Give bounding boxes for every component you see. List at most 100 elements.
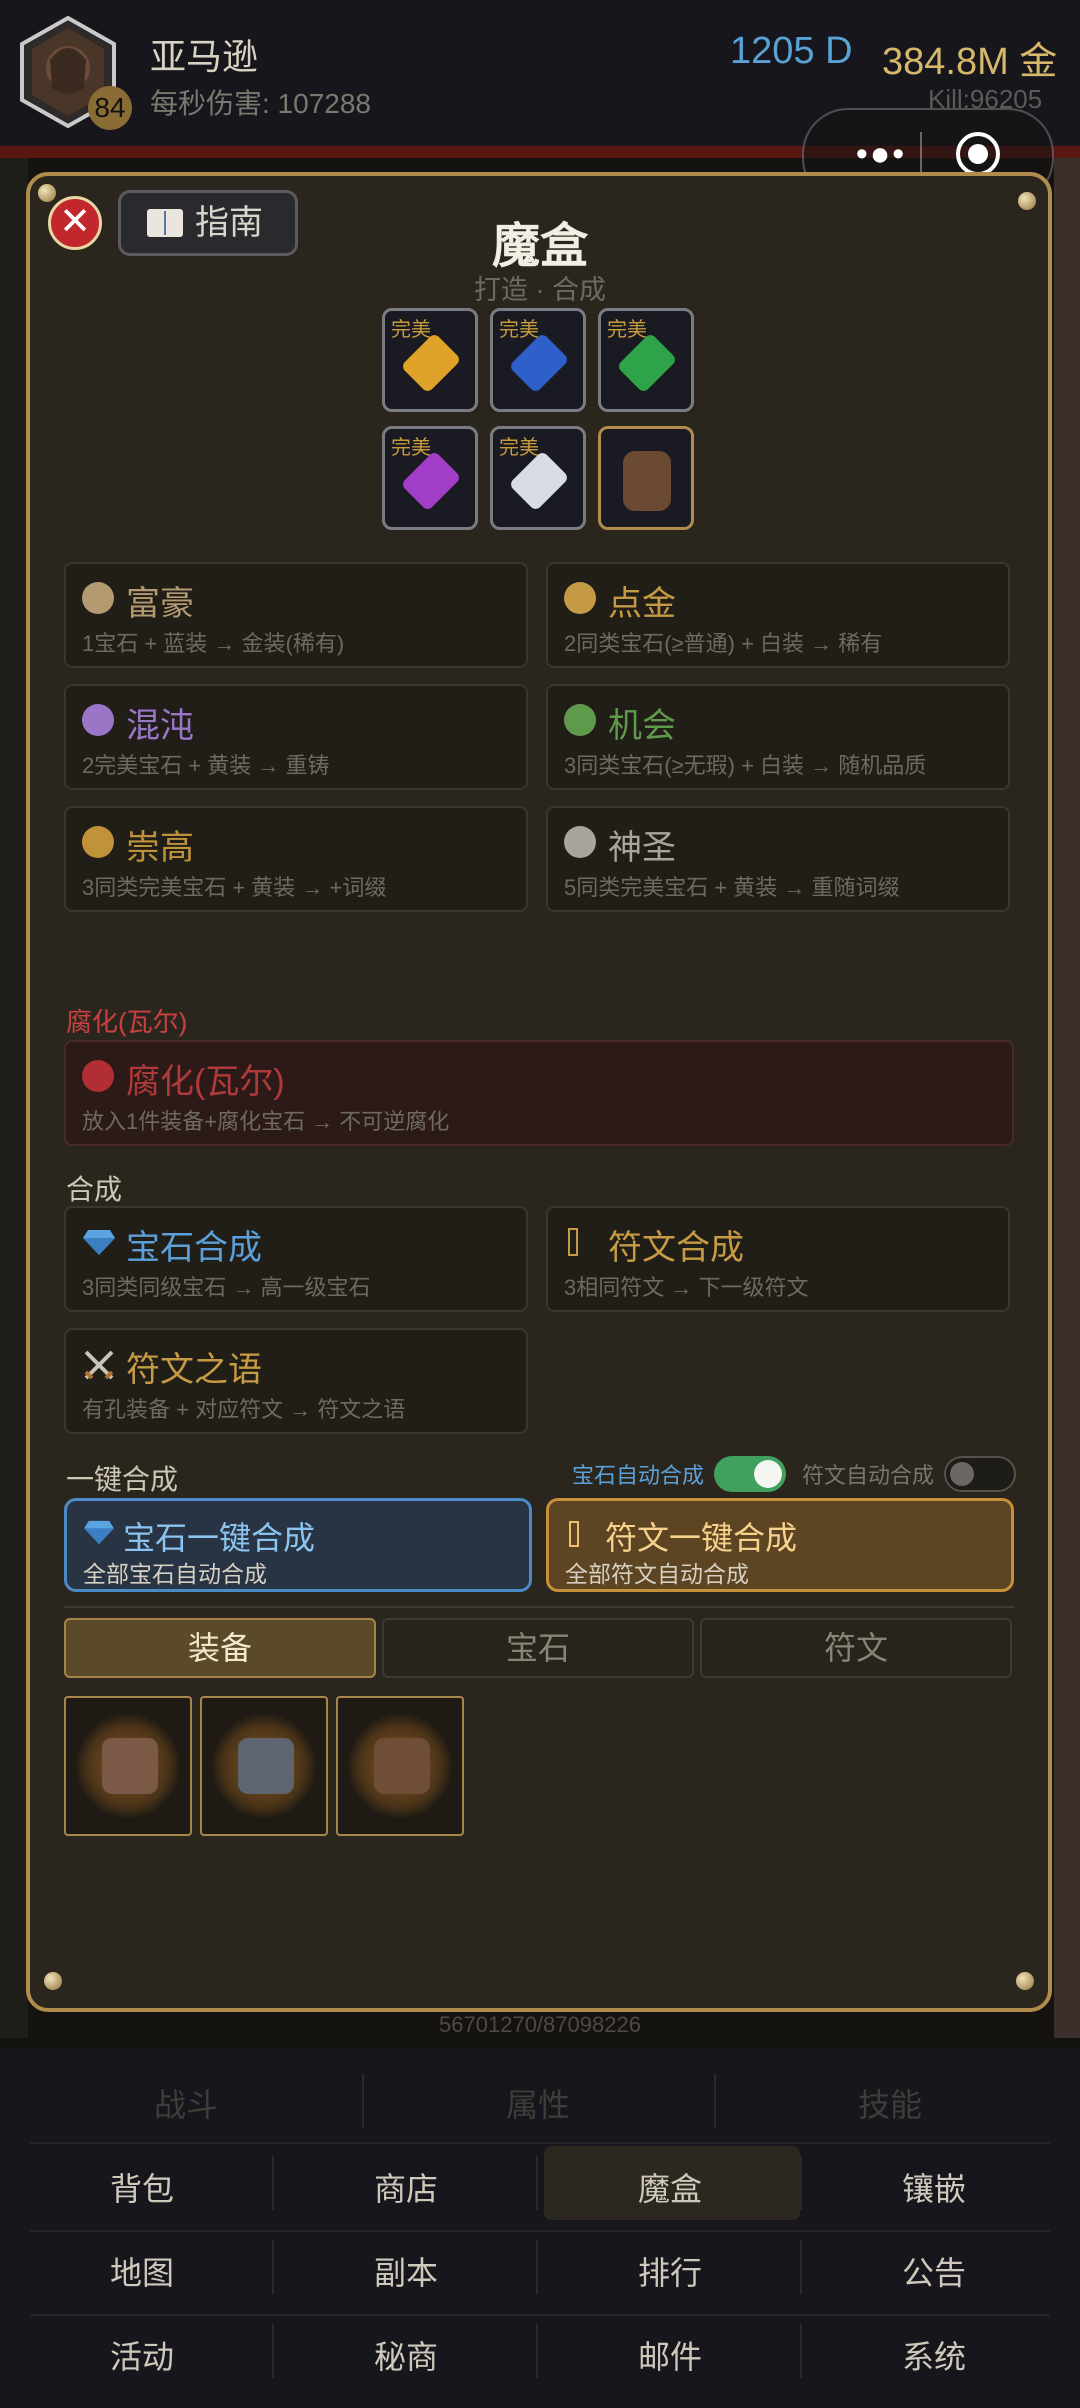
recipe-card[interactable]: 点金 2同类宝石(≥普通) + 白装 → 稀有 bbox=[546, 562, 1010, 668]
corrupt-desc: 放入1件装备+腐化宝石 → 不可逆腐化 bbox=[82, 1109, 450, 1134]
corrupt-card[interactable]: 腐化(瓦尔) 放入1件装备+腐化宝石 → 不可逆腐化 bbox=[64, 1040, 1014, 1146]
nav-row-divider bbox=[30, 2314, 1050, 2316]
recipe-desc: 3同类宝石(≥无瑕) + 白装 → 随机品质 bbox=[564, 753, 927, 778]
green-orb-icon bbox=[564, 704, 596, 736]
nav-row-divider bbox=[30, 2142, 1050, 2144]
recipe-card[interactable]: 混沌 2完美宝石 + 黄装 → 重铸 bbox=[64, 684, 528, 790]
gray-orb-icon bbox=[564, 826, 596, 858]
perfect-label: 完美 bbox=[607, 319, 647, 341]
nav-item[interactable]: 副本 bbox=[286, 2248, 526, 2294]
recipe-desc: 1宝石 + 蓝装 → 金装(稀有) bbox=[82, 631, 345, 656]
nav-item[interactable]: 商店 bbox=[286, 2164, 526, 2210]
gem-oneclick-desc: 全部宝石自动合成 bbox=[83, 1561, 267, 1587]
corner-stud bbox=[38, 184, 56, 202]
rune-auto-toggle[interactable] bbox=[944, 1456, 1016, 1492]
gem-synth-desc: 3同类同级宝石 → 高一级宝石 bbox=[82, 1275, 371, 1300]
rune-synth-card[interactable]: 符文合成 3相同符文 → 下一级符文 bbox=[546, 1206, 1010, 1312]
bracers-icon bbox=[102, 1738, 158, 1794]
rune-icon bbox=[568, 1228, 578, 1256]
runeword-card[interactable]: 符文之语 有孔装备 + 对应符文 → 符文之语 bbox=[64, 1328, 528, 1434]
tab-equipment[interactable]: 装备 bbox=[64, 1618, 376, 1678]
nav-item[interactable]: 公告 bbox=[814, 2248, 1054, 2294]
corrupt-section-label: 腐化(瓦尔) bbox=[66, 1007, 188, 1037]
inventory-slot[interactable] bbox=[336, 1696, 464, 1836]
gem-auto-label: 宝石自动合成 bbox=[572, 1463, 705, 1488]
perfect-label: 完美 bbox=[499, 437, 539, 459]
recipe-title: 点金 bbox=[608, 585, 676, 623]
nav-item[interactable]: 排行 bbox=[550, 2248, 790, 2294]
rune-icon bbox=[569, 1521, 579, 1547]
tab-runes[interactable]: 符文 bbox=[700, 1618, 1012, 1678]
nav-item[interactable]: 系统 bbox=[814, 2332, 1054, 2378]
recipe-desc: 3同类完美宝石 + 黄装 → +词缀 bbox=[82, 875, 387, 900]
nav-divider bbox=[362, 2074, 364, 2128]
nav-item[interactable]: 属性 bbox=[418, 2080, 658, 2126]
rune-synth-desc: 3相同符文 → 下一级符文 bbox=[564, 1275, 809, 1300]
gem-oneclick-button[interactable]: 宝石一键合成 全部宝石自动合成 bbox=[64, 1498, 532, 1592]
more-icon[interactable]: •●• bbox=[836, 130, 926, 178]
tab-gems[interactable]: 宝石 bbox=[382, 1618, 694, 1678]
recipe-card[interactable]: 富豪 1宝石 + 蓝装 → 金装(稀有) bbox=[64, 562, 528, 668]
nav-divider bbox=[800, 2156, 802, 2210]
perfect-label: 完美 bbox=[391, 319, 431, 341]
gem-slot[interactable]: 完美 bbox=[490, 426, 586, 530]
gem-slot[interactable]: 完美 bbox=[490, 308, 586, 412]
gold-count: 384.8M 金 bbox=[882, 41, 1058, 83]
inventory-slot[interactable] bbox=[200, 1696, 328, 1836]
nav-item[interactable]: 魔盒 bbox=[550, 2164, 790, 2210]
miniapp-close-icon[interactable] bbox=[956, 132, 1000, 176]
recipe-card[interactable]: 神圣 5同类完美宝石 + 黄装 → 重随词缀 bbox=[546, 806, 1010, 912]
recipe-title: 机会 bbox=[608, 707, 676, 745]
gem-synth-title: 宝石合成 bbox=[126, 1229, 262, 1267]
rune-auto-label: 符文自动合成 bbox=[802, 1463, 935, 1488]
diamond-icon bbox=[83, 1230, 115, 1255]
gem-slot[interactable]: 完美 bbox=[382, 426, 478, 530]
background-right bbox=[1054, 158, 1080, 2038]
nav-divider bbox=[800, 2324, 802, 2378]
rune-oneclick-button[interactable]: 符文一键合成 全部符文自动合成 bbox=[546, 1498, 1014, 1592]
nav-divider bbox=[536, 2324, 538, 2378]
orange-orb-icon bbox=[82, 826, 114, 858]
capsule-divider bbox=[920, 132, 922, 176]
recipe-desc: 2同类宝石(≥普通) + 白装 → 稀有 bbox=[564, 631, 883, 656]
diamond-icon bbox=[84, 1520, 114, 1545]
level-badge: 84 bbox=[88, 86, 132, 130]
chest-armor-icon bbox=[238, 1738, 294, 1794]
recipe-desc: 2完美宝石 + 黄装 → 重铸 bbox=[82, 753, 330, 778]
recipe-card[interactable]: 崇高 3同类完美宝石 + 黄装 → +词缀 bbox=[64, 806, 528, 912]
background-left bbox=[0, 158, 28, 2038]
recipe-card[interactable]: 机会 3同类宝石(≥无瑕) + 白装 → 随机品质 bbox=[546, 684, 1010, 790]
gem-slot[interactable]: 完美 bbox=[382, 308, 478, 412]
inventory-slot[interactable] bbox=[64, 1696, 192, 1836]
recipe-title: 富豪 bbox=[126, 585, 194, 623]
nav-item[interactable]: 邮件 bbox=[550, 2332, 790, 2378]
recipe-title: 崇高 bbox=[126, 829, 194, 867]
nav-divider bbox=[272, 2324, 274, 2378]
gem-slot[interactable]: 完美 bbox=[598, 308, 694, 412]
gloves-icon bbox=[623, 451, 671, 511]
nav-item[interactable]: 背包 bbox=[22, 2164, 262, 2210]
modal-subtitle: 打造 · 合成 bbox=[474, 275, 606, 305]
gem-auto-toggle[interactable] bbox=[714, 1456, 786, 1492]
gem-oneclick-title: 宝石一键合成 bbox=[123, 1520, 316, 1556]
gem-slot[interactable] bbox=[598, 426, 694, 530]
nav-item[interactable]: 技能 bbox=[770, 2080, 1010, 2126]
runeword-title: 符文之语 bbox=[126, 1351, 262, 1389]
corner-stud bbox=[44, 1972, 62, 1990]
corner-stud bbox=[1016, 1972, 1034, 1990]
nav-item[interactable]: 秘商 bbox=[286, 2332, 526, 2378]
recipe-title: 神圣 bbox=[608, 829, 676, 867]
nav-item[interactable]: 战斗 bbox=[66, 2080, 306, 2126]
synth-section-label: 合成 bbox=[66, 1174, 123, 1205]
nav-divider bbox=[714, 2074, 716, 2128]
gem-synth-card[interactable]: 宝石合成 3同类同级宝石 → 高一级宝石 bbox=[64, 1206, 528, 1312]
nav-divider bbox=[272, 2156, 274, 2210]
crossed-swords-icon bbox=[84, 1350, 114, 1380]
perfect-label: 完美 bbox=[499, 319, 539, 341]
nav-item[interactable]: 地图 bbox=[22, 2248, 262, 2294]
gloves-icon bbox=[374, 1738, 430, 1794]
modal-title: 魔盒 bbox=[491, 220, 588, 273]
nav-item[interactable]: 镶嵌 bbox=[814, 2164, 1054, 2210]
nav-item[interactable]: 活动 bbox=[22, 2332, 262, 2378]
nav-row-divider bbox=[30, 2230, 1050, 2232]
